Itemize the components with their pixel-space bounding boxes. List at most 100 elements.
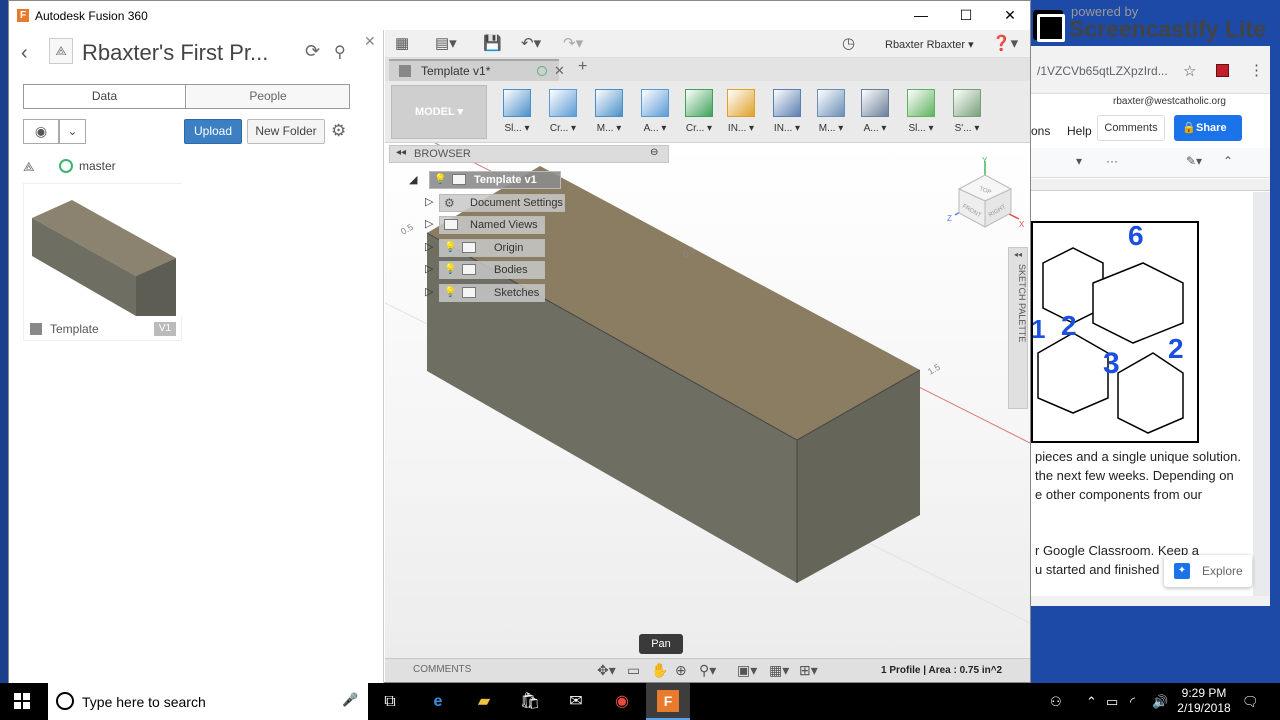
save-icon[interactable]: 💾	[483, 34, 502, 52]
new-tab-icon[interactable]: +	[578, 58, 587, 76]
menu-addons[interactable]: ons	[1031, 124, 1050, 138]
visibility-bulb-icon[interactable]: 💡	[444, 264, 456, 276]
edit-mode-icon[interactable]: ✎▾	[1186, 154, 1202, 168]
file-menu-icon[interactable]: ▤▾	[435, 34, 457, 52]
close-window-button[interactable]: ✕	[990, 5, 1030, 27]
explore-button[interactable]: ✦ Explore	[1164, 555, 1252, 587]
tree-node-origin[interactable]: 💡 Origin	[439, 239, 545, 257]
edge-icon[interactable]: e	[426, 690, 450, 714]
minimize-button[interactable]: —	[901, 5, 941, 27]
tree-node-sketches[interactable]: 💡 Sketches	[439, 284, 545, 302]
grid-menu-icon[interactable]: ▦	[395, 34, 409, 52]
tree-root-template[interactable]: 💡 Template v1	[429, 171, 561, 189]
zoom-icon[interactable]: ⊕	[675, 662, 687, 679]
expand-triangle-icon[interactable]: ▷	[425, 195, 433, 208]
url-text[interactable]: /1VZCVb65qtLZXpzIrd...	[1037, 64, 1168, 78]
horizontal-scrollbar[interactable]	[1031, 596, 1270, 606]
tree-node-document-settings[interactable]: ⚙ Document Settings	[439, 194, 565, 212]
gear-icon[interactable]: ⚙	[331, 121, 346, 141]
new-folder-button[interactable]: New Folder	[247, 119, 325, 144]
upload-button[interactable]: Upload	[184, 119, 242, 144]
display-settings-icon[interactable]: ▣▾	[737, 662, 757, 679]
ribbon-group-7[interactable]: M... ▾	[809, 85, 853, 139]
collapse-browser-icon[interactable]: ◂◂	[396, 147, 406, 158]
extension-icon[interactable]	[1216, 64, 1229, 77]
tab-data[interactable]: Data	[24, 85, 186, 108]
redo-icon[interactable]: ↷▾	[563, 34, 583, 52]
branch-name[interactable]: master	[79, 159, 116, 173]
network-icon[interactable]: ◜	[1130, 694, 1135, 710]
orbit-icon[interactable]: ✥▾	[597, 662, 616, 679]
ribbon-group-4[interactable]: Cr... ▾	[677, 85, 721, 139]
fusion-taskbar-button[interactable]: F	[646, 683, 690, 720]
design-thumbnail-card[interactable]: Template V1	[23, 183, 182, 341]
comments-button[interactable]: Comments	[1097, 115, 1165, 141]
volume-icon[interactable]: 🔊	[1152, 694, 1168, 710]
notifications-icon[interactable]: 🗨	[1242, 694, 1259, 710]
expand-triangle-icon[interactable]: ▷	[425, 285, 433, 298]
microphone-icon[interactable]: 🎤	[342, 692, 358, 708]
people-icon[interactable]: ⚇	[1050, 694, 1062, 710]
view-options-icon[interactable]: ◉	[23, 119, 59, 144]
canvas-viewport[interactable]: 0.5 0.5 1.5 ◂◂ BROWSER ⊖ ◢ 💡 Template v1…	[385, 143, 1030, 658]
ribbon-group-6[interactable]: IN... ▾	[765, 85, 809, 139]
power-icon[interactable]: ▭	[1106, 694, 1118, 710]
workspace-switcher[interactable]: MODEL ▾	[391, 85, 487, 139]
refresh-icon[interactable]: ⟳	[305, 41, 320, 62]
fit-icon[interactable]: ⚲▾	[699, 662, 716, 679]
chrome-icon[interactable]: ◉	[610, 690, 634, 714]
fusion-window[interactable]: F Autodesk Fusion 360 — ☐ ✕ ‹ ⟁ Rbaxter'…	[8, 0, 1031, 684]
back-arrow-icon[interactable]: ‹	[21, 42, 28, 65]
account-email[interactable]: rbaxter@westcatholic.org	[1113, 96, 1226, 107]
ribbon-group-3[interactable]: A... ▾	[633, 85, 677, 139]
more-menu-icon[interactable]: ⋮	[1249, 61, 1264, 79]
expand-triangle-icon[interactable]: ▷	[425, 240, 433, 253]
tree-node-bodies[interactable]: 💡 Bodies	[439, 261, 545, 279]
bookmark-star-icon[interactable]: ☆	[1183, 62, 1196, 80]
ribbon-group-8[interactable]: A... ▾	[853, 85, 897, 139]
clock[interactable]: 9:29 PM 2/19/2018	[1176, 686, 1232, 716]
search-icon[interactable]: ⚲	[334, 42, 346, 62]
minimize-browser-icon[interactable]: ⊖	[650, 147, 658, 158]
ribbon-group-10[interactable]: S'... ▾	[945, 85, 989, 139]
mail-icon[interactable]: ✉	[564, 690, 588, 714]
sketch-palette-tab[interactable]: ◂◂ SKETCH PALETTE	[1008, 247, 1028, 409]
job-status-icon[interactable]: ◷	[842, 34, 855, 52]
browser-header[interactable]: ◂◂ BROWSER ⊖	[389, 145, 669, 163]
close-panel-icon[interactable]: ✕	[364, 33, 376, 50]
more-tools-icon[interactable]: ···	[1106, 154, 1118, 168]
task-view-icon[interactable]: ⧉	[378, 690, 402, 714]
visibility-bulb-icon[interactable]: 💡	[434, 174, 446, 186]
ribbon-group-1[interactable]: Cr... ▾	[541, 85, 585, 139]
share-button[interactable]: 🔒 Share	[1174, 115, 1242, 141]
address-bar[interactable]: /1VZCVb65qtLZXpzIrd... ☆ ⋮	[1031, 46, 1270, 94]
dropdown-caret-icon[interactable]: ▾	[1076, 154, 1082, 168]
store-icon[interactable]: 🛍	[518, 690, 542, 714]
maximize-button[interactable]: ☐	[946, 5, 986, 27]
undo-icon[interactable]: ↶▾	[521, 34, 541, 52]
comments-panel[interactable]: COMMENTS	[413, 664, 471, 675]
ribbon-group-9[interactable]: Sl... ▾	[899, 85, 943, 139]
pan-icon[interactable]: ✋	[651, 662, 668, 679]
ribbon-group-5[interactable]: IN... ▾	[719, 85, 763, 139]
expand-triangle-icon[interactable]: ▷	[425, 262, 433, 275]
title-bar[interactable]: F Autodesk Fusion 360 — ☐ ✕	[9, 1, 1030, 30]
chevron-down-icon[interactable]: ⌄	[59, 119, 86, 144]
tree-node-named-views[interactable]: Named Views	[439, 216, 545, 234]
viewports-icon[interactable]: ⊞▾	[799, 662, 818, 679]
help-icon[interactable]: ❓▾	[992, 34, 1018, 52]
expand-triangle-icon[interactable]: ▷	[425, 217, 433, 230]
expand-arrow-icon[interactable]: ◂◂	[1014, 250, 1022, 259]
grid-settings-icon[interactable]: ▦▾	[769, 662, 789, 679]
close-tab-icon[interactable]: ✕	[554, 61, 565, 81]
file-explorer-icon[interactable]: ▰	[472, 690, 496, 714]
collapse-triangle-icon[interactable]: ◢	[409, 173, 417, 186]
google-docs-window[interactable]: /1VZCVb65qtLZXpzIrd... ☆ ⋮ rbaxter@westc…	[1031, 46, 1270, 606]
show-hidden-icons[interactable]: ⌃	[1086, 694, 1097, 710]
collapse-icon[interactable]: ⌃	[1223, 154, 1233, 168]
viewcube[interactable]: Y Z X TOP FRONT RIGHT	[945, 157, 1025, 237]
menu-help[interactable]: Help	[1067, 124, 1092, 138]
taskbar-search[interactable]: Type here to search 🎤	[48, 683, 368, 720]
visibility-bulb-icon[interactable]: 💡	[444, 287, 456, 299]
document-tab[interactable]: Template v1* ✕	[389, 59, 565, 81]
